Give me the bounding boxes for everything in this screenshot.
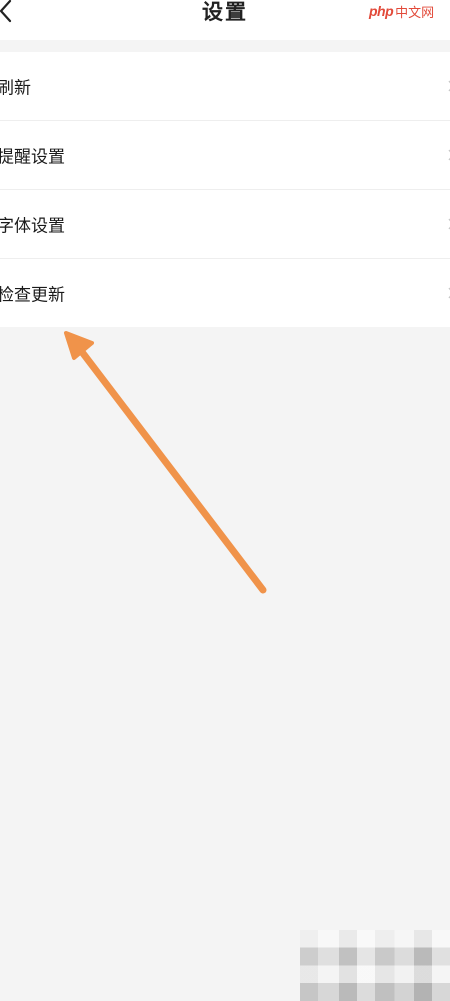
watermark-logo: php 中文网	[369, 1, 434, 21]
top-bar: 设置 php 中文网	[0, 0, 450, 40]
watermark-site: 中文网	[395, 4, 435, 20]
settings-item-label: 检查更新	[0, 285, 65, 306]
settings-item-reminder[interactable]: 提醒设置	[0, 121, 450, 190]
settings-list: 刷新 提醒设置 字体设置 检查更新	[0, 52, 450, 327]
settings-item-check-update[interactable]: 检查更新	[0, 259, 450, 327]
settings-item-refresh[interactable]: 刷新	[0, 52, 450, 121]
settings-item-label: 提醒设置	[0, 147, 65, 168]
watermark-brand: php	[369, 3, 394, 19]
settings-item-label: 字体设置	[0, 216, 65, 237]
settings-item-font[interactable]: 字体设置	[0, 190, 450, 259]
pixelated-region	[300, 930, 450, 1001]
settings-item-label: 刷新	[0, 78, 31, 99]
